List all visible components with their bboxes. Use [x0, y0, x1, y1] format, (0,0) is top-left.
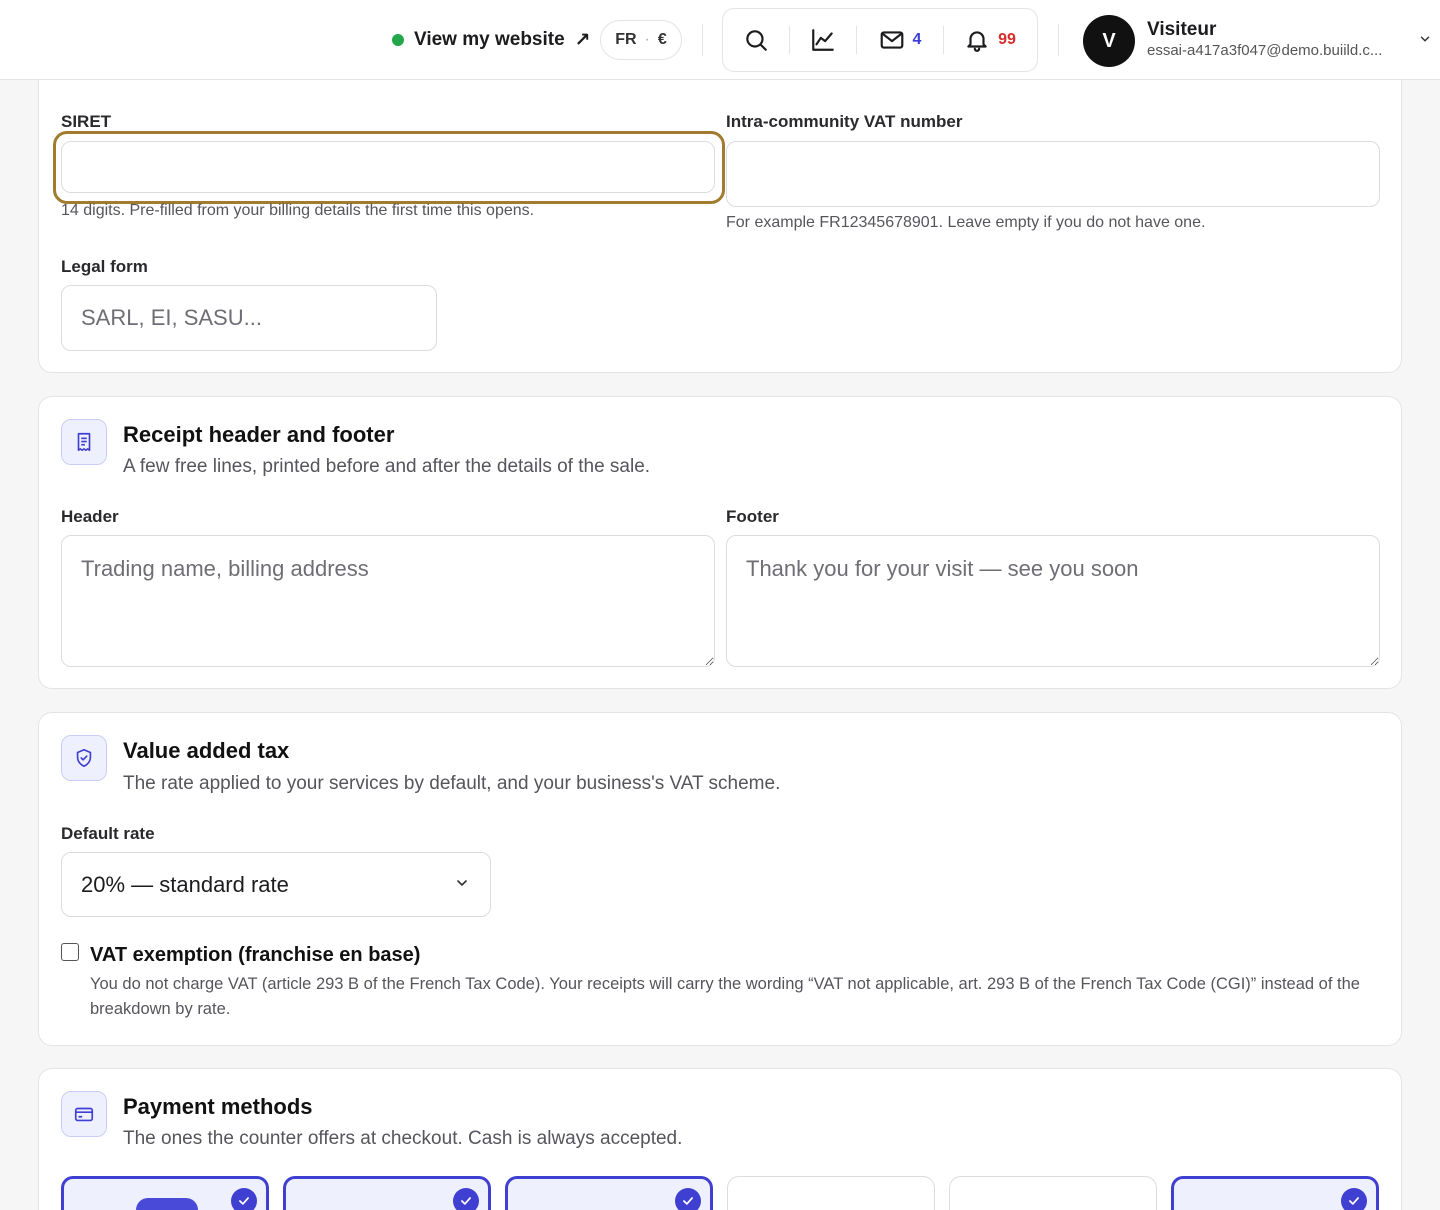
shield-check-icon	[61, 735, 107, 781]
search-button[interactable]	[723, 8, 789, 72]
receipt-header-textarea[interactable]	[61, 535, 715, 667]
view-website-label: View my website	[414, 29, 565, 50]
divider	[702, 24, 703, 56]
toolbar-icon-group: 4 99	[722, 8, 1038, 72]
payment-method-option[interactable]	[727, 1176, 935, 1210]
payment-method-option[interactable]	[505, 1176, 713, 1210]
messages-count-badge: 4	[912, 31, 922, 48]
credit-card-icon	[61, 1091, 107, 1137]
vat-number-help-text: For example FR12345678901. Leave empty i…	[726, 214, 1206, 231]
analytics-button[interactable]	[790, 8, 856, 72]
siret-help-text: 14 digits. Pre-filled from your billing …	[61, 202, 535, 219]
vat-number-label: Intra-community VAT number	[726, 112, 963, 131]
search-icon	[746, 30, 767, 51]
section-subtitle: The ones the counter offers at checkout.…	[123, 1128, 683, 1149]
user-email: essai-a417a3f047@demo.buiild.c...	[1147, 42, 1383, 59]
section-title: Receipt header and footer	[123, 422, 395, 447]
receipt-icon	[61, 419, 107, 465]
chart-line-icon	[812, 29, 834, 51]
checkmark-icon	[231, 1188, 257, 1210]
language-currency-switcher[interactable]: FR · €	[600, 20, 682, 60]
payment-method-icon	[136, 1198, 198, 1210]
section-title: Payment methods	[123, 1094, 313, 1119]
payment-method-option[interactable]	[283, 1176, 491, 1210]
default-rate-value: 20% — standard rate	[81, 871, 289, 897]
vat-card: Value added tax The rate applied to your…	[38, 712, 1402, 1046]
section-title: Value added tax	[123, 738, 290, 763]
view-website-link[interactable]: View my website ↗	[392, 26, 591, 54]
payment-method-option[interactable]	[1171, 1176, 1379, 1210]
payment-method-option[interactable]	[949, 1176, 1157, 1210]
vat-exemption-label[interactable]: VAT exemption (franchise en base)	[90, 944, 420, 967]
language-code: FR	[615, 31, 637, 48]
currency-symbol: €	[657, 31, 667, 48]
payment-method-option[interactable]	[61, 1176, 269, 1210]
default-rate-select[interactable]: 20% — standard rate	[61, 852, 491, 917]
vat-number-input[interactable]	[726, 141, 1380, 207]
default-rate-label: Default rate	[61, 824, 155, 843]
siret-label: SIRET	[61, 112, 112, 131]
bell-icon	[967, 31, 987, 52]
external-link-icon: ↗	[574, 29, 591, 51]
user-name: Visiteur	[1147, 19, 1217, 40]
top-bar: View my website ↗ FR · € 4 99 V Visiteur…	[0, 0, 1440, 80]
section-subtitle: The rate applied to your services by def…	[123, 773, 781, 794]
chevron-down-icon	[457, 880, 467, 887]
footer-label: Footer	[726, 507, 779, 526]
legal-form-label: Legal form	[61, 257, 148, 276]
divider	[1058, 24, 1059, 56]
chevron-down-icon[interactable]	[1418, 32, 1432, 46]
section-subtitle: A few free lines, printed before and aft…	[123, 456, 651, 477]
checkmark-icon	[1341, 1188, 1367, 1210]
online-status-dot	[392, 34, 404, 46]
separator-dot: ·	[644, 31, 650, 48]
vat-exemption-description: You do not charge VAT (article 293 B of …	[90, 975, 1360, 1018]
notifications-button[interactable]: 99	[944, 8, 1036, 72]
payment-methods-card: Payment methods The ones the counter off…	[38, 1068, 1402, 1210]
avatar[interactable]: V	[1083, 15, 1135, 67]
checkmark-icon	[675, 1188, 701, 1210]
receipt-header-footer-card: Receipt header and footer A few free lin…	[38, 396, 1402, 689]
notifications-count-badge: 99	[998, 31, 1016, 48]
mail-icon	[880, 31, 903, 49]
messages-button[interactable]: 4	[857, 8, 943, 72]
siret-input[interactable]	[61, 141, 715, 193]
legal-info-card: SIRET 14 digits. Pre-filled from your bi…	[38, 50, 1402, 373]
receipt-footer-textarea[interactable]	[726, 535, 1380, 667]
vat-exemption-checkbox[interactable]	[61, 943, 79, 961]
legal-form-input[interactable]	[61, 285, 437, 351]
header-label: Header	[61, 507, 119, 526]
checkmark-icon	[453, 1188, 479, 1210]
